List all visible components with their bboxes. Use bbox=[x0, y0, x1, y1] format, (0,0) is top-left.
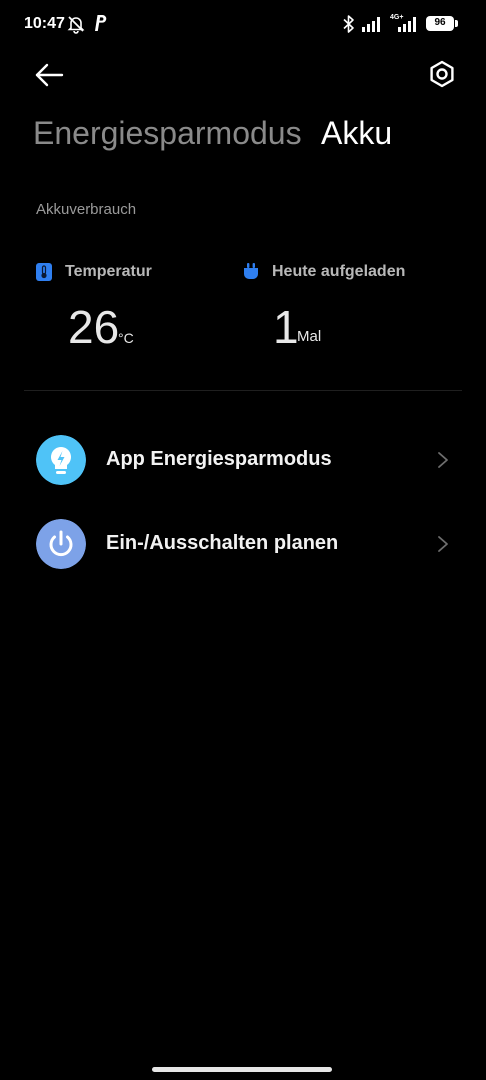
status-bar: 10:47 4G+ 96 bbox=[0, 0, 486, 48]
menu-item-label: Ein-/Ausschalten planen bbox=[106, 532, 339, 554]
power-icon bbox=[36, 519, 86, 569]
battery-icon: 96 bbox=[426, 16, 454, 31]
lightbulb-bolt-icon bbox=[36, 435, 86, 485]
paypal-icon bbox=[95, 15, 107, 31]
thermometer-icon bbox=[36, 263, 52, 281]
divider bbox=[24, 390, 462, 391]
temperature-unit: °C bbox=[118, 330, 134, 346]
charged-today-value: 1 bbox=[273, 301, 299, 353]
status-time: 10:47 bbox=[24, 15, 65, 32]
signal-strength-icon-2 bbox=[398, 17, 416, 32]
temperature-value: 26 bbox=[68, 301, 120, 353]
settings-button[interactable] bbox=[426, 58, 458, 90]
charged-today-unit: Mal bbox=[297, 328, 322, 345]
menu-item-ein-ausschalten-planen[interactable]: Ein-/Ausschalten planen bbox=[24, 508, 462, 580]
charged-today-label: Heute aufgeladen bbox=[272, 263, 406, 280]
plug-icon bbox=[244, 263, 258, 279]
back-arrow-icon bbox=[35, 63, 64, 87]
menu-item-app-energiesparmodus[interactable]: App Energiesparmodus bbox=[24, 424, 462, 496]
menu-item-label: App Energiesparmodus bbox=[106, 448, 332, 470]
signal-strength-icon bbox=[362, 17, 380, 32]
bluetooth-icon bbox=[343, 15, 354, 33]
battery-tip bbox=[455, 20, 458, 27]
home-indicator[interactable] bbox=[152, 1067, 332, 1072]
tab-akku[interactable]: Akku bbox=[321, 115, 392, 152]
battery-level: 96 bbox=[434, 17, 446, 28]
section-label-akkuverbrauch: Akkuverbrauch bbox=[36, 201, 137, 218]
muted-bell-icon bbox=[67, 16, 85, 34]
tab-energiesparmodus[interactable]: Energiesparmodus bbox=[33, 115, 302, 152]
back-button[interactable] bbox=[32, 58, 66, 92]
gear-icon bbox=[430, 60, 454, 88]
chevron-right-icon bbox=[438, 452, 448, 468]
temperature-label: Temperatur bbox=[65, 263, 152, 280]
chevron-right-icon bbox=[438, 536, 448, 552]
